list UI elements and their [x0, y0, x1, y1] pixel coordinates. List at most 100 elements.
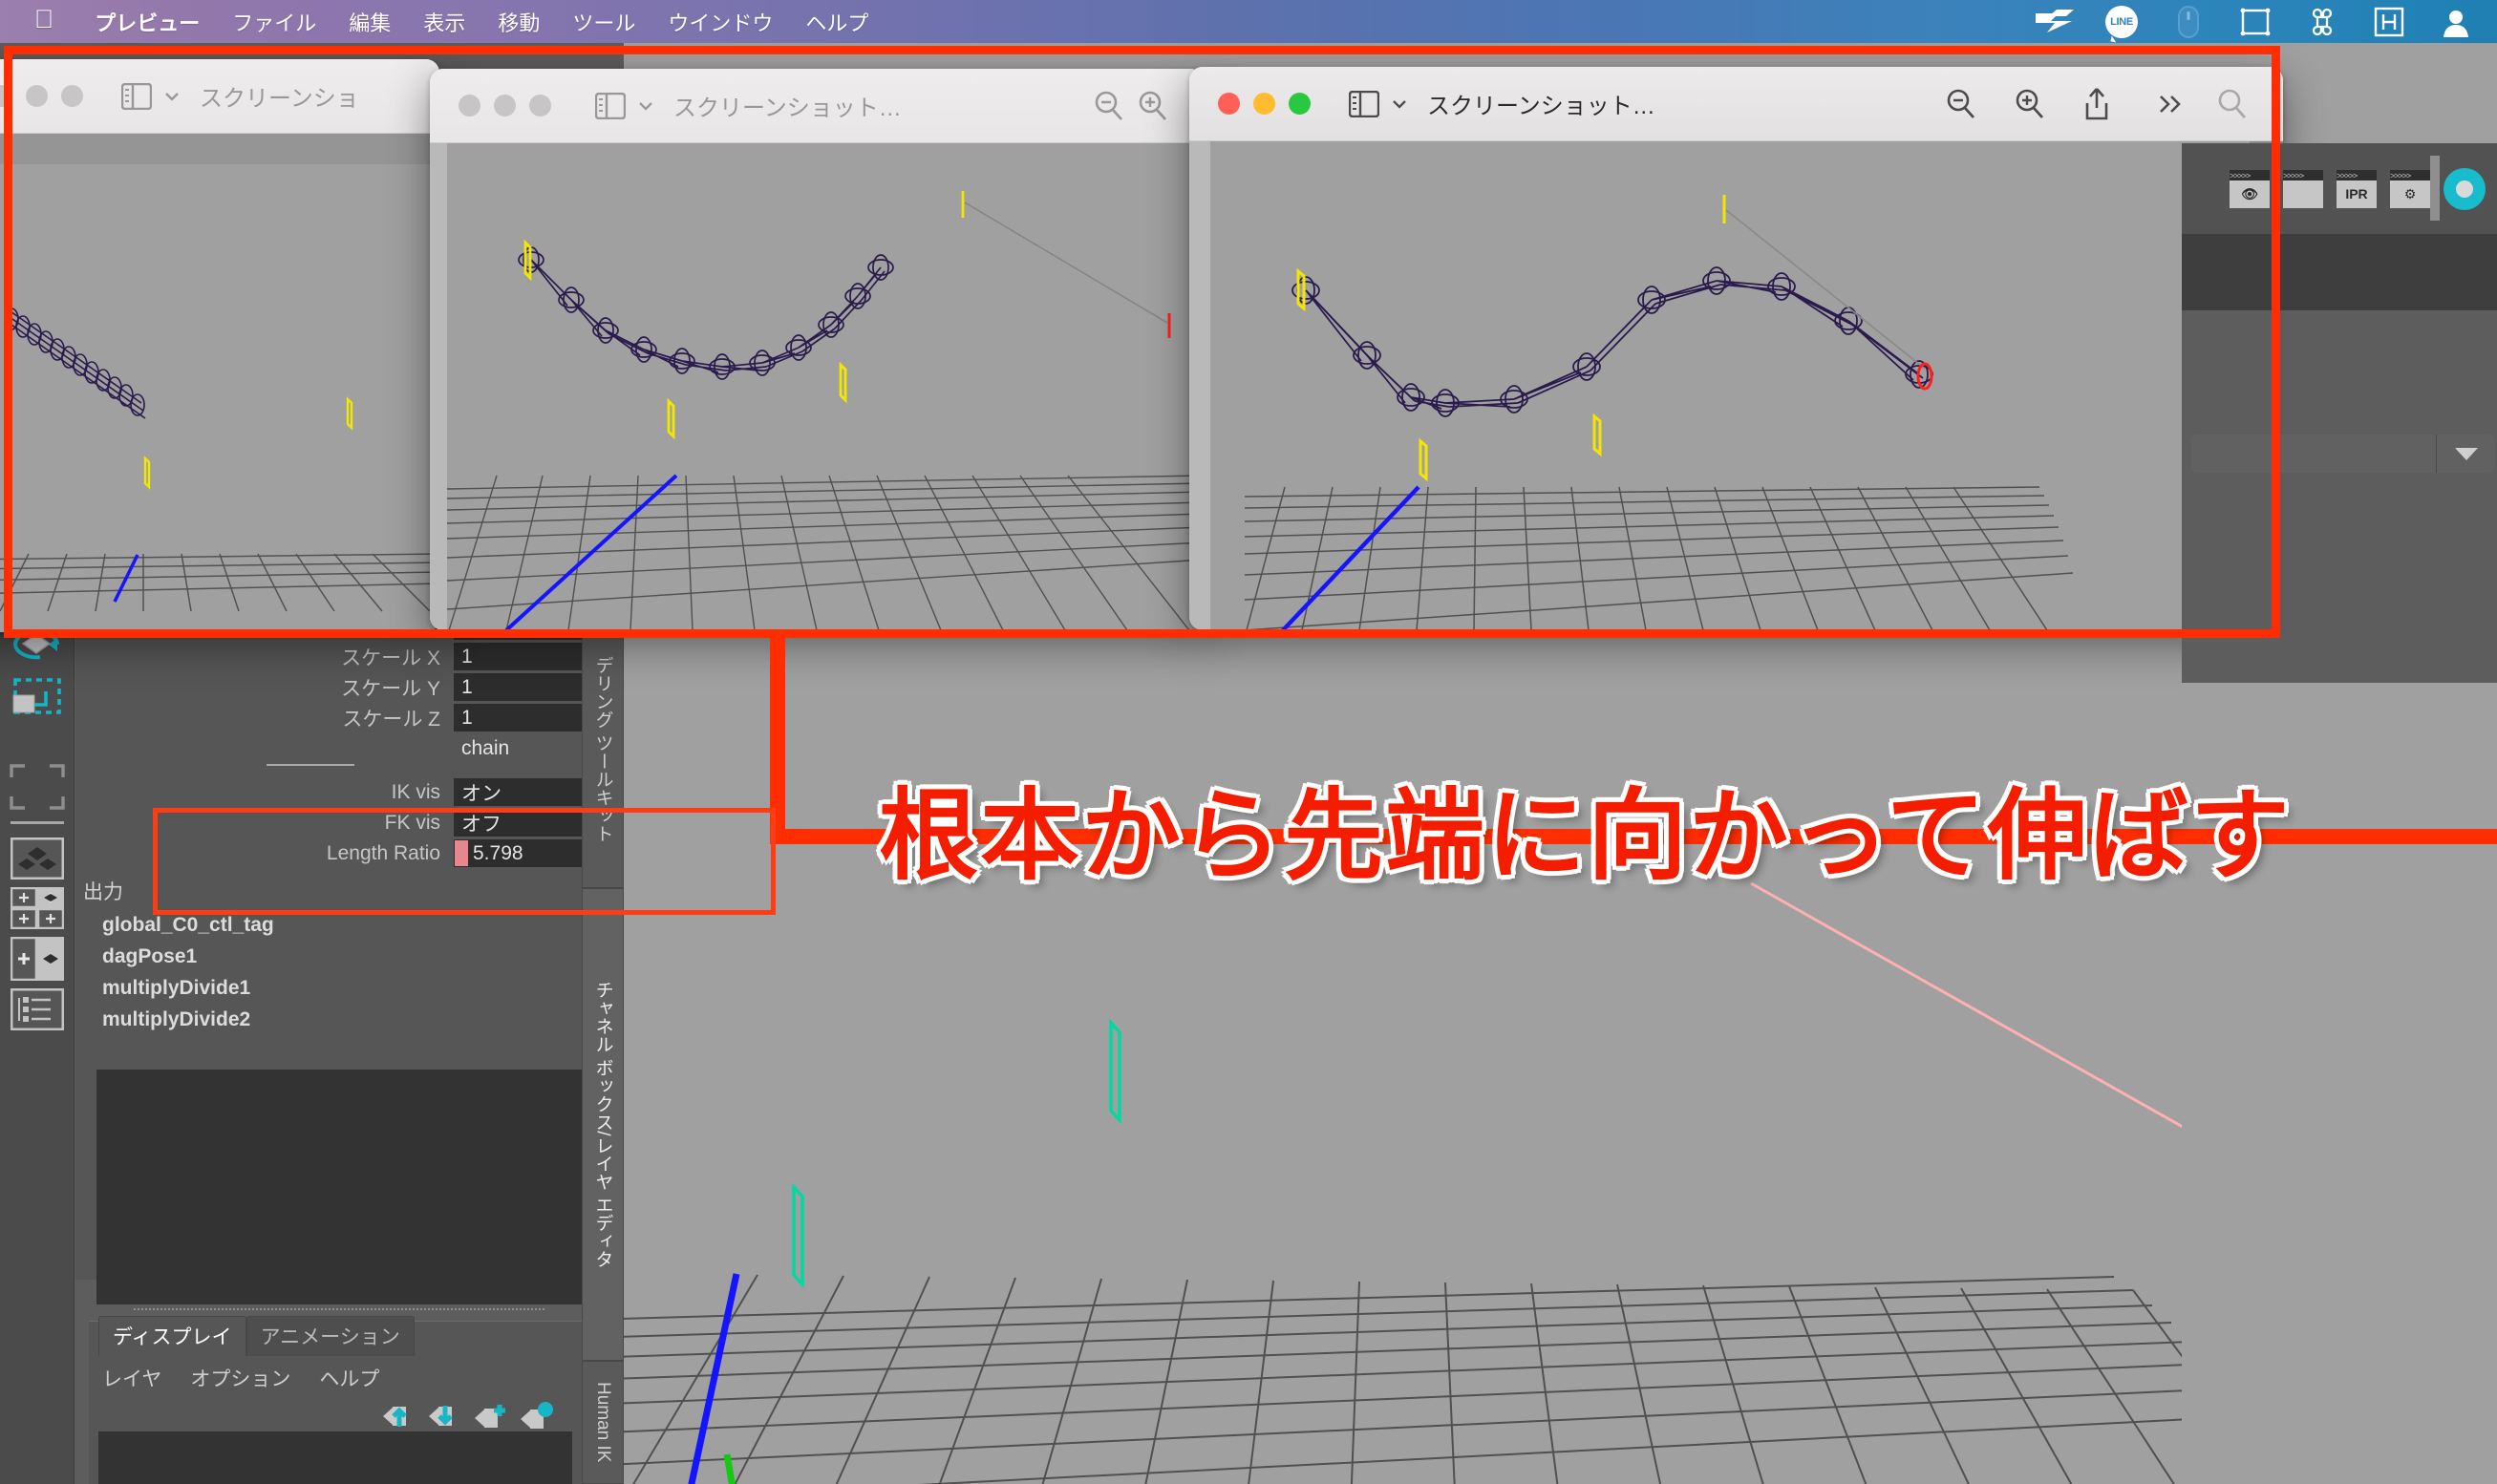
layer-editor-tabs: ディスプレイ アニメーション: [89, 1316, 582, 1356]
render-toggle-knob-icon[interactable]: [2444, 167, 2486, 210]
attr-row-ik-vis[interactable]: IK vis オン: [75, 777, 582, 807]
window-titlebar-2[interactable]: スクリーンショット…: [430, 69, 1204, 143]
attr-row-scale-z[interactable]: スケール Z 1: [75, 703, 582, 732]
marquee-select-icon[interactable]: [0, 676, 75, 720]
line-label: LINE: [2105, 5, 2138, 38]
length-ratio-value: 5.798: [473, 841, 523, 864]
menu-item-window[interactable]: ウインドウ: [651, 7, 789, 37]
crop-frame-icon[interactable]: [0, 762, 75, 812]
zoom-out-icon[interactable]: [1087, 90, 1131, 122]
sidebar-icon[interactable]: [551, 92, 631, 119]
screen-square-icon[interactable]: [2222, 0, 2289, 43]
menu-item-view[interactable]: 表示: [407, 7, 481, 37]
attr-value-field[interactable]: 1: [454, 704, 582, 731]
command-key-icon[interactable]: [2289, 0, 2356, 43]
output-item[interactable]: dagPose1: [75, 941, 582, 972]
window-body-1[interactable]: [0, 134, 439, 632]
ipr-render-icon[interactable]: >>>>> IPR: [2337, 169, 2377, 208]
four-pane-layout-icon[interactable]: [0, 887, 75, 929]
attr-row-scale-x[interactable]: スケール X 1: [75, 642, 582, 671]
menu-item-edit[interactable]: 編集: [332, 7, 407, 37]
preview-window-2[interactable]: スクリーンショット…: [430, 69, 1204, 630]
vtab-channel-box-layer-editor[interactable]: チャネル ボックス/レイヤ エディタ: [582, 888, 624, 1361]
chevron-down-icon[interactable]: [158, 90, 186, 103]
window-titlebar-1[interactable]: スクリーンショ: [0, 59, 439, 134]
output-item[interactable]: multiplyDivide1: [75, 972, 582, 1004]
sidebar-icon[interactable]: [83, 82, 158, 110]
output-item[interactable]: multiplyDivide2: [75, 1004, 582, 1035]
menu-item-go[interactable]: 移動: [481, 7, 556, 37]
tab-display[interactable]: ディスプレイ: [98, 1316, 246, 1356]
layer-move-up-icon[interactable]: [381, 1402, 416, 1435]
render-shelf: >>>>> 👁 >>>>> >>>>> IPR >>>>> ⚙: [2182, 143, 2497, 234]
window-titlebar-3[interactable]: スクリーンショット…: [1189, 67, 2283, 141]
attr-row-scale-y[interactable]: スケール Y 1: [75, 672, 582, 702]
attr-row-length-ratio[interactable]: Length Ratio 5.798: [75, 838, 582, 868]
layer-editor-menubar: レイヤ オプション ヘルプ: [89, 1356, 582, 1392]
attr-value-field[interactable]: オフ: [454, 809, 582, 837]
menu-item-file[interactable]: ファイル: [216, 7, 332, 37]
render-frame-icon[interactable]: >>>>>: [2283, 169, 2323, 208]
combo-value: [2191, 435, 2436, 473]
apple-logo-icon[interactable]: : [34, 7, 53, 32]
attr-value-field[interactable]: オン: [454, 778, 582, 806]
traffic-lights-1[interactable]: [0, 85, 83, 107]
vtab-label: チャネル ボックス/レイヤ エディタ: [592, 981, 613, 1268]
search-icon[interactable]: [2210, 88, 2254, 120]
panel-resize-grip[interactable]: [134, 1308, 544, 1310]
traffic-lights-3[interactable]: [1189, 93, 1311, 115]
chevron-double-right-icon[interactable]: [2149, 92, 2189, 117]
layer-menu-options[interactable]: オプション: [190, 1364, 290, 1392]
layer-add-selected-icon[interactable]: [519, 1402, 553, 1435]
line-app-icon[interactable]: LINE: [2088, 0, 2155, 43]
attr-value-field[interactable]: 1: [454, 673, 582, 701]
layer-menu-layers[interactable]: レイヤ: [102, 1364, 161, 1392]
output-item[interactable]: global_C0_ctl_tag: [75, 909, 582, 941]
attr-label: IK vis: [391, 780, 440, 803]
window-title-3: スクリーンショット…: [1427, 94, 1655, 119]
zoom-out-icon[interactable]: [1939, 88, 1983, 120]
attr-row-fk-vis[interactable]: FK vis オフ: [75, 808, 582, 837]
preview-window-1[interactable]: スクリーンショ: [0, 59, 439, 632]
length-ratio-slider[interactable]: 5.798: [454, 839, 582, 867]
render-preview-icon[interactable]: >>>>> 👁: [2230, 169, 2270, 208]
sidebar-icon[interactable]: [1311, 90, 1385, 117]
single-pane-layout-icon[interactable]: [0, 837, 75, 880]
menu-item-preview[interactable]: プレビュー: [78, 7, 216, 37]
render-settings-icon[interactable]: >>>>> ⚙: [2390, 169, 2430, 208]
attr-label: Length Ratio: [326, 841, 440, 864]
annotation-text: 根本から先端に向かって伸ばす: [879, 777, 2292, 894]
vtab-modeling-toolkit[interactable]: デリング ツールキット: [582, 611, 624, 888]
layer-menu-help[interactable]: ヘルプ: [319, 1364, 379, 1392]
window-body-3[interactable]: [1189, 141, 2283, 630]
render-layer-combo[interactable]: [2191, 435, 2495, 473]
mouse-icon[interactable]: [2155, 0, 2222, 43]
outliner-layout-icon[interactable]: [0, 988, 75, 1030]
vtab-human-ik[interactable]: Human IK: [582, 1361, 624, 1484]
chevron-down-icon[interactable]: [631, 99, 660, 113]
preview-window-3[interactable]: スクリーンショット…: [1189, 67, 2283, 630]
chevron-down-icon[interactable]: [1385, 97, 1414, 111]
tab-animation[interactable]: アニメーション: [245, 1316, 415, 1356]
two-pane-layout-icon[interactable]: [0, 937, 75, 981]
zoom-in-icon[interactable]: [2008, 88, 2052, 120]
layer-list[interactable]: [98, 1431, 572, 1484]
menu-bar-status-area: LINE: [2021, 0, 2497, 43]
slider-handle[interactable]: [455, 840, 468, 866]
window-body-2[interactable]: [430, 143, 1204, 630]
menu-item-help[interactable]: ヘルプ: [789, 7, 885, 37]
chevron-down-icon[interactable]: [2436, 435, 2495, 473]
traffic-lights-2[interactable]: [430, 95, 551, 117]
zoom-in-icon[interactable]: [1131, 90, 1175, 122]
share-icon[interactable]: [2077, 87, 2117, 121]
menu-item-tools[interactable]: ツール: [556, 7, 651, 37]
boxed-h-icon[interactable]: [2356, 0, 2422, 43]
user-avatar-icon[interactable]: [2422, 0, 2489, 43]
window-title-1: スクリーンショ: [200, 86, 359, 112]
attr-value-field[interactable]: 1: [454, 643, 582, 670]
shelf-scroll-handle[interactable]: [2430, 156, 2440, 221]
layer-move-down-icon[interactable]: [427, 1402, 461, 1435]
display-layer-editor: ディスプレイ アニメーション レイヤ オプション ヘルプ: [89, 1316, 582, 1484]
swoosh-bird-icon[interactable]: [2021, 0, 2088, 43]
layer-add-icon[interactable]: [473, 1402, 507, 1435]
